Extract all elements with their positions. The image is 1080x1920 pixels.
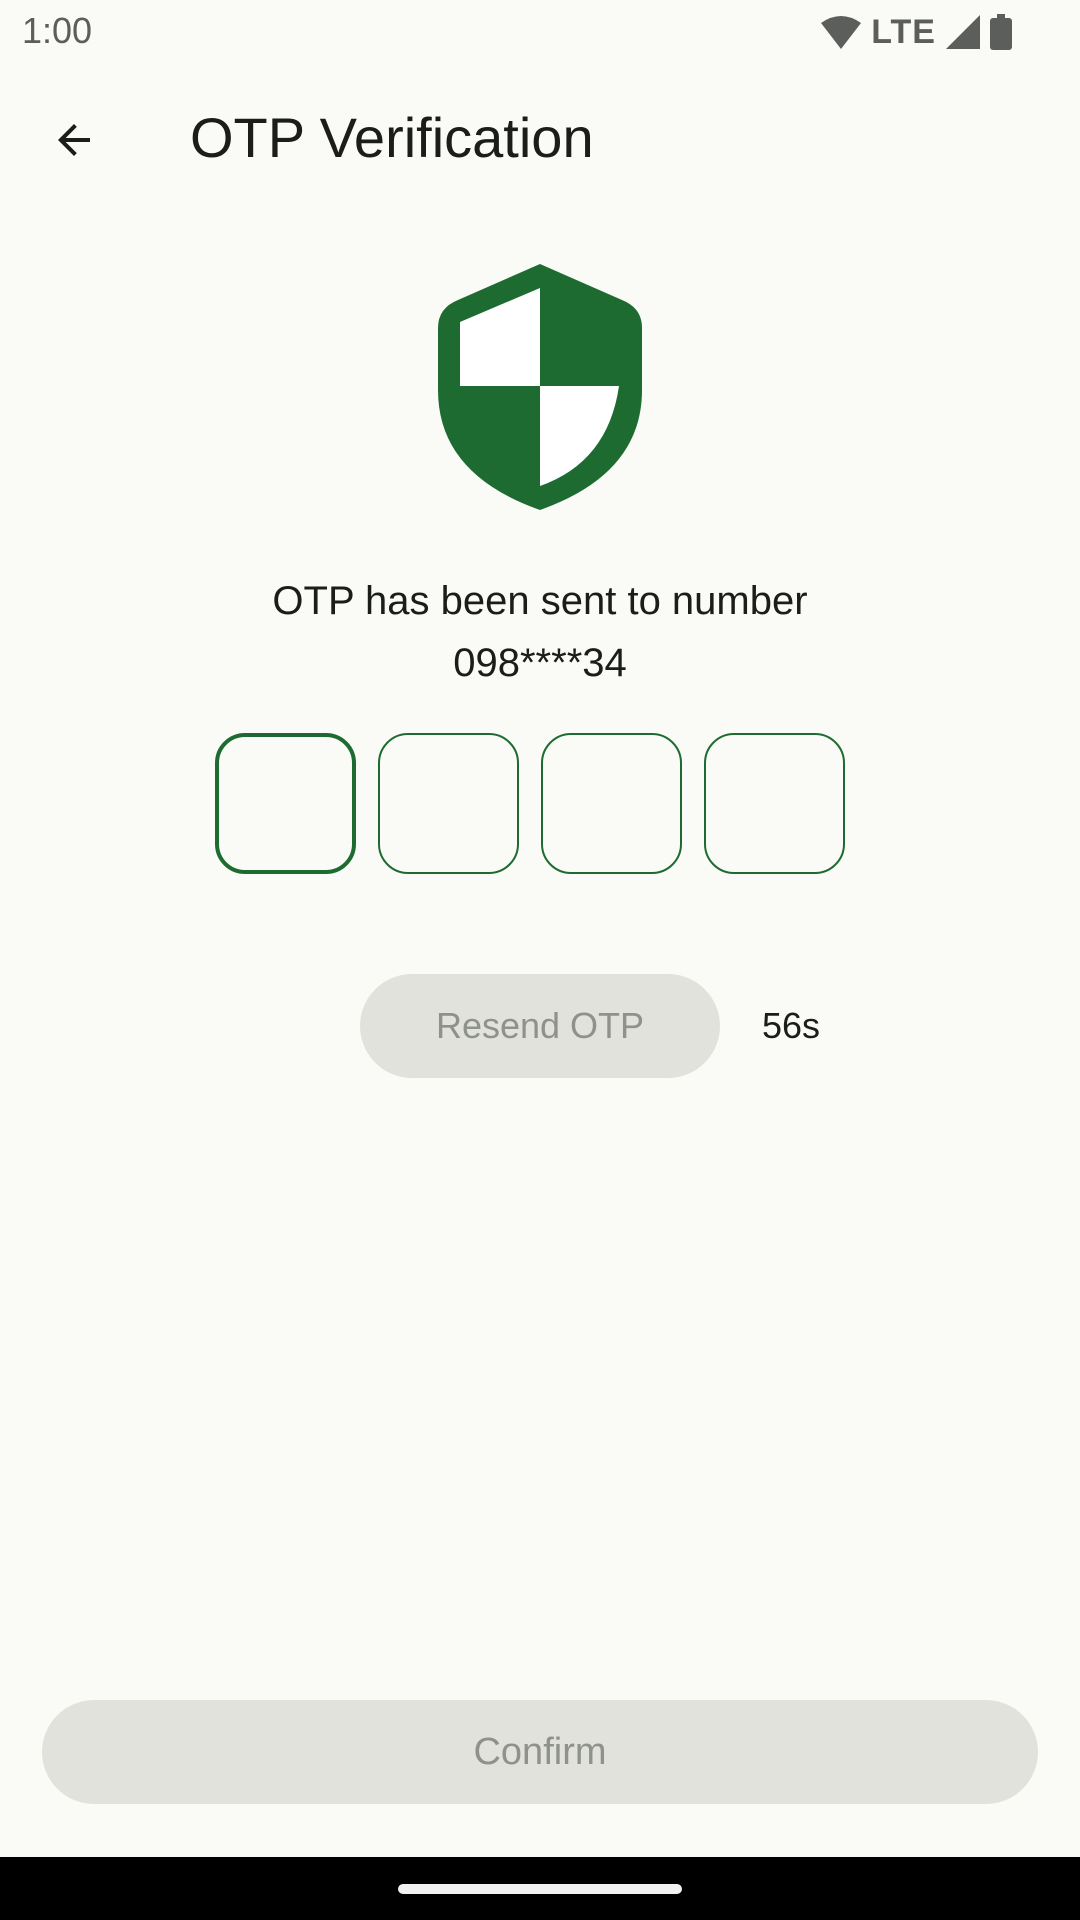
- confirm-button[interactable]: Confirm: [42, 1700, 1038, 1804]
- otp-input-row: [215, 733, 865, 878]
- page-title: OTP Verification: [190, 106, 594, 169]
- wifi-icon: [821, 16, 862, 49]
- otp-digit-2[interactable]: [378, 733, 519, 874]
- resend-otp-button[interactable]: Resend OTP: [360, 974, 720, 1078]
- network-type-label: LTE: [871, 12, 936, 51]
- resend-countdown: 56s: [762, 1005, 821, 1046]
- otp-digit-4[interactable]: [704, 733, 845, 874]
- resend-otp-label: Resend OTP: [435, 1005, 645, 1046]
- status-time: 1:00: [22, 10, 93, 51]
- otp-sent-text: OTP has been sent to number: [272, 579, 808, 623]
- shield-icon: [438, 264, 642, 510]
- shield-icon-container: [438, 264, 642, 512]
- confirm-label: Confirm: [473, 1730, 607, 1773]
- arrow-back-icon: [58, 124, 90, 156]
- otp-digit-1[interactable]: [215, 733, 356, 874]
- otp-sent-message: OTP has been sent to number 098****34: [0, 570, 1080, 694]
- app-bar: OTP Verification: [0, 90, 1080, 186]
- otp-digit-3[interactable]: [541, 733, 682, 874]
- battery-icon: [990, 14, 1012, 50]
- status-icons: LTE: [821, 12, 1012, 52]
- back-button[interactable]: [32, 98, 116, 182]
- home-indicator[interactable]: [398, 1884, 682, 1894]
- status-bar: 1:00 LTE: [0, 0, 1080, 64]
- signal-icon: [946, 15, 980, 49]
- masked-phone-number: 098****34: [453, 641, 627, 685]
